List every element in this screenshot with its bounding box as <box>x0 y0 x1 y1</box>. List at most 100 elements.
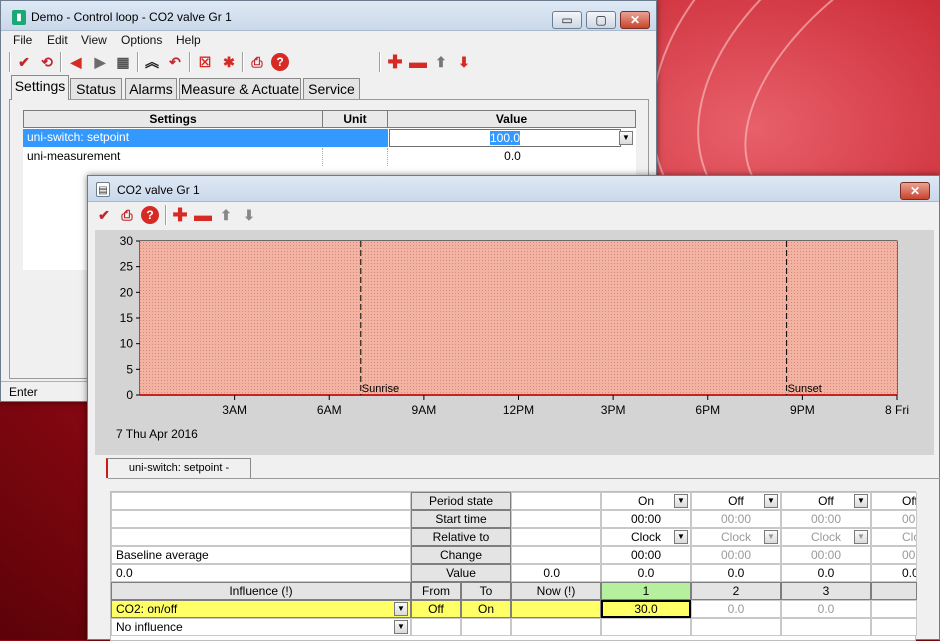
influence-value-1[interactable]: 30.0 <box>601 600 691 618</box>
dialog-window: ▤ CO2 valve Gr 1 ✕ ✔ ⎙ ? ✚ ▬ ⬆ ⬇ 30 25 20 1… <box>87 175 940 641</box>
dialog-titlebar[interactable]: ▤ CO2 valve Gr 1 ✕ <box>88 176 939 202</box>
dropdown-button[interactable]: ▼ <box>764 494 778 508</box>
relative-to-2[interactable]: Clock ▼ <box>691 528 781 546</box>
minimize-button[interactable]: ▭ <box>552 11 582 29</box>
grid-icon[interactable]: ▦ <box>114 53 132 71</box>
baseline-value[interactable]: 0.0 <box>111 564 411 582</box>
chart-date-label: 7 Thu Apr 2016 <box>116 427 198 441</box>
tab-service[interactable]: Service <box>303 78 360 100</box>
y-tick-label: 10 <box>120 337 134 351</box>
move-down-icon[interactable]: ⬇ <box>240 206 258 224</box>
period-number-2: 2 <box>691 582 781 600</box>
main-titlebar[interactable]: ▮ Demo - Control loop - CO2 valve Gr 1 ▭… <box>1 1 656 31</box>
relative-to-4[interactable]: Clock <box>871 528 917 546</box>
start-time-1[interactable]: 00:00 <box>601 510 691 528</box>
change-1[interactable]: 00:00 <box>601 546 691 564</box>
dropdown-button[interactable]: ▼ <box>674 530 688 544</box>
asterisk-icon[interactable]: ✱ <box>220 53 238 71</box>
add-icon[interactable]: ✚ <box>386 53 404 71</box>
menu-options[interactable]: Options <box>121 32 162 48</box>
value-dropdown-button[interactable]: ▼ <box>619 131 633 145</box>
start-time-3[interactable]: 00:00 <box>781 510 871 528</box>
period-state-4[interactable]: Off <box>871 492 917 510</box>
schedule-chart[interactable]: 30 25 20 15 10 5 0 3AM 6AM 9AM 12PM 3PM 6PM 9PM 8 Fri S… <box>95 230 934 455</box>
grid-row-measurement[interactable]: uni-measurement 0.0 <box>23 148 636 166</box>
influence-value-3[interactable] <box>781 618 871 636</box>
tab-measure-actuate[interactable]: Measure & Actuate <box>179 78 301 100</box>
influence-value-3[interactable]: 0.0 <box>781 600 871 618</box>
toolbar-separator <box>165 205 167 225</box>
refresh-icon[interactable]: ⟲ <box>38 53 56 71</box>
check-icon[interactable]: ✔ <box>15 53 33 71</box>
maximize-button[interactable]: ▢ <box>586 11 616 29</box>
collapse-icon[interactable]: ︽ <box>143 53 161 71</box>
setting-value-input[interactable]: 100.0 <box>389 129 621 147</box>
tab-settings[interactable]: Settings <box>11 75 69 100</box>
period-state-1[interactable]: On ▼ <box>601 492 691 510</box>
influence-from[interactable] <box>411 618 461 636</box>
period-state-2[interactable]: Off ▼ <box>691 492 781 510</box>
period-state-3[interactable]: Off ▼ <box>781 492 871 510</box>
dropdown-button[interactable]: ▼ <box>394 602 408 616</box>
influence-co2-select[interactable]: CO2: on/off ▼ <box>111 600 411 618</box>
dialog-close-button[interactable]: ✕ <box>900 182 930 200</box>
now-header: Now (!) <box>511 582 601 600</box>
influence-value-4[interactable] <box>871 600 917 618</box>
dropdown-button[interactable]: ▼ <box>764 530 778 544</box>
help-icon[interactable]: ? <box>141 206 159 224</box>
start-time-4[interactable]: 00:00 <box>871 510 917 528</box>
change-4[interactable]: 00:00 <box>871 546 917 564</box>
move-up-icon[interactable]: ⬆ <box>432 53 450 71</box>
area-series <box>140 241 897 395</box>
influence-value-2[interactable]: 0.0 <box>691 600 781 618</box>
influence-to[interactable] <box>461 618 511 636</box>
close-button[interactable]: ✕ <box>620 11 650 29</box>
menu-edit[interactable]: Edit <box>47 32 68 48</box>
dropdown-button[interactable]: ▼ <box>394 620 408 634</box>
move-down-icon[interactable]: ⬇ <box>455 53 473 71</box>
influence-value-1[interactable] <box>601 618 691 636</box>
tab-alarms[interactable]: Alarms <box>125 78 177 100</box>
dropdown-button[interactable]: ▼ <box>674 494 688 508</box>
setting-unit <box>323 148 388 166</box>
influence-from[interactable]: Off <box>411 600 461 618</box>
help-icon[interactable]: ? <box>271 53 289 71</box>
now-cell <box>511 510 601 528</box>
row-label-relative-to: Relative to <box>411 528 511 546</box>
status-text: Enter <box>9 385 38 399</box>
print-icon[interactable]: ⎙ <box>118 206 136 224</box>
check-icon[interactable]: ✔ <box>95 206 113 224</box>
start-time-2[interactable]: 00:00 <box>691 510 781 528</box>
change-2[interactable]: 00:00 <box>691 546 781 564</box>
menu-help[interactable]: Help <box>176 32 201 48</box>
dialog-title: CO2 valve Gr 1 <box>117 183 200 197</box>
tab-status[interactable]: Status <box>70 78 122 100</box>
toolbar-separator <box>60 52 62 72</box>
row-label-start-time: Start time <box>411 510 511 528</box>
influence-value-4[interactable] <box>871 618 917 636</box>
forward-arrow-icon[interactable]: ▶ <box>91 53 109 71</box>
dropdown-button[interactable]: ▼ <box>854 530 868 544</box>
remove-icon[interactable]: ▬ <box>409 53 427 71</box>
undo-icon[interactable]: ↶ <box>166 53 184 71</box>
grid-row-setpoint[interactable]: uni-switch: setpoint 100.0 ▼ <box>23 129 636 147</box>
back-arrow-icon[interactable]: ◀ <box>67 53 85 71</box>
row-label-period-state: Period state <box>411 492 511 510</box>
dropdown-button[interactable]: ▼ <box>854 494 868 508</box>
relative-to-3[interactable]: Clock ▼ <box>781 528 871 546</box>
remove-icon[interactable]: ▬ <box>194 206 212 224</box>
move-up-icon[interactable]: ⬆ <box>217 206 235 224</box>
menu-bar: File Edit View Options Help <box>1 31 656 49</box>
tab-uni-switch-setpoint[interactable]: uni-switch: setpoint - <box>106 458 251 478</box>
menu-view[interactable]: View <box>81 32 107 48</box>
add-icon[interactable]: ✚ <box>171 206 189 224</box>
influence-none-select[interactable]: No influence ▼ <box>111 618 411 636</box>
influence-to[interactable]: On <box>461 600 511 618</box>
relative-to-1[interactable]: Clock ▼ <box>601 528 691 546</box>
menu-file[interactable]: File <box>13 32 32 48</box>
delete-icon[interactable]: ☒ <box>196 53 214 71</box>
change-3[interactable]: 00:00 <box>781 546 871 564</box>
influence-value-2[interactable] <box>691 618 781 636</box>
print-icon[interactable]: ⎙ <box>248 53 266 71</box>
period-number-1: 1 <box>601 582 691 600</box>
